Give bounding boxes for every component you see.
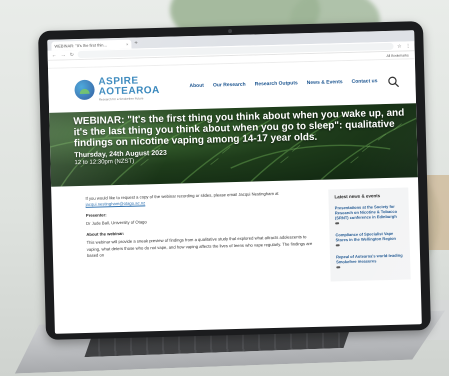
hero-text: WEBINAR: "It's the first thing you think… [73,107,409,166]
main-navigation: About Our Research Research Outputs News… [189,78,378,90]
news-meta [335,243,404,247]
star-icon[interactable]: ☆ [397,43,402,49]
hero-banner: WEBINAR: "It's the first thing you think… [49,103,418,187]
nav-label: Research Outputs [254,80,298,88]
logo-tagline: Research for a Smokefree Future [98,96,144,102]
news-title[interactable]: Repeal of Aotearoa's world-leading Smoke… [336,253,404,265]
nav-label: Contact us [351,78,378,86]
laptop-lid: WEBINAR: "It's the first thin... × + ← →… [38,21,431,340]
nav-news-events[interactable]: News & Events [306,79,343,87]
logo-wordmark: ASPIRE AOTEAROA Research for a Smokefree… [98,75,160,102]
main-content: If you would like to request a copy of t… [51,181,420,289]
news-meta [336,265,404,269]
news-title[interactable]: Compliance of Specialist Vape Stores in … [335,231,403,243]
new-tab-button[interactable]: + [134,39,138,48]
forward-icon[interactable]: → [61,52,66,58]
webcam [228,29,233,34]
news-item[interactable]: Repeal of Aotearoa's world-leading Smoke… [336,253,404,269]
nav-research-outputs[interactable]: Research Outputs [254,80,298,89]
logo-icon [74,79,95,101]
latest-news-sidebar: Latest news & events Presentations at th… [328,187,411,282]
laptop: WEBINAR: "It's the first thin... × + ← →… [0,0,449,376]
nav-about[interactable]: About [189,83,205,90]
close-icon[interactable]: × [126,42,128,47]
email-link[interactable]: jacqui.nestingham@otago.ac.nz [86,200,146,207]
all-bookmarks-link[interactable]: All Bookmarks [386,53,408,58]
nav-label: About [189,83,205,90]
about-paragraph: This webinar will provide a sneak previe… [86,234,313,258]
menu-icon[interactable]: ⋮ [405,43,410,49]
news-badge [335,222,340,225]
news-item[interactable]: Compliance of Specialist Vape Stores in … [335,231,403,247]
sidebar-title: Latest news & events [334,193,381,200]
intro-paragraph: If you would like to request a copy of t… [85,190,316,208]
news-badge [335,244,340,247]
nav-label: News & Events [306,79,343,87]
tab-title: WEBINAR: "It's the first thin... [54,42,107,49]
news-title[interactable]: Presentations at the Society for Researc… [335,204,403,221]
nav-our-research[interactable]: Our Research [212,81,246,89]
back-icon[interactable]: ← [52,52,57,58]
site-logo[interactable]: ASPIRE AOTEAROA Research for a Smokefree… [74,75,160,102]
nav-label: Our Research [212,81,246,89]
intro-text: If you would like to request a copy of t… [85,190,279,201]
photo-scene: WEBINAR: "It's the first thin... × + ← →… [0,0,449,376]
reload-icon[interactable]: ↻ [70,52,74,58]
news-meta [335,221,403,225]
search-icon[interactable] [387,76,400,88]
article-body: If you would like to request a copy of t… [85,190,318,288]
news-item[interactable]: Presentations at the Society for Researc… [335,204,403,225]
news-badge [336,266,341,269]
nav-contact[interactable]: Contact us [351,78,378,86]
laptop-screen: WEBINAR: "It's the first thin... × + ← →… [47,30,422,334]
